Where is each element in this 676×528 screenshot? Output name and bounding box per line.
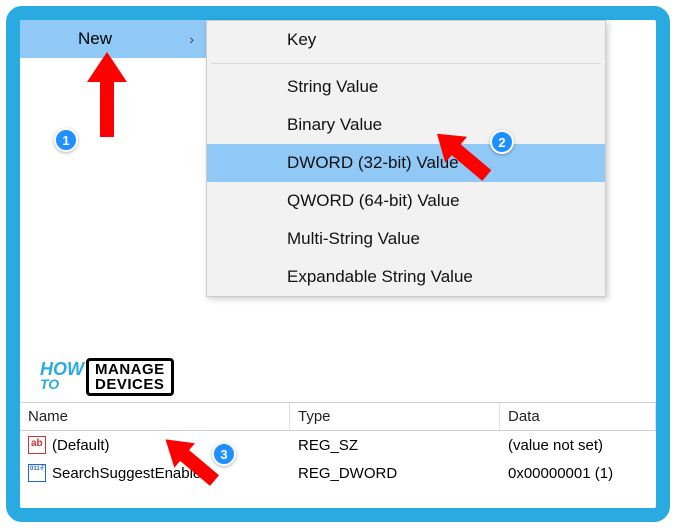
submenu-key[interactable]: Key — [207, 21, 605, 59]
row-name: SearchSuggestEnabled — [52, 465, 210, 482]
row-name: (Default) — [52, 437, 110, 454]
watermark-manage-devices: MANAGE DEVICES — [86, 358, 174, 396]
submenu-separator — [211, 63, 601, 64]
chevron-right-icon: › — [189, 31, 194, 47]
submenu-dword-value[interactable]: DWORD (32-bit) Value — [207, 144, 605, 182]
row-data: 0x00000001 (1) — [500, 463, 656, 484]
table-row[interactable]: SearchSuggestEnabled REG_DWORD 0x0000000… — [20, 459, 656, 487]
table-row[interactable]: (Default) REG_SZ (value not set) — [20, 431, 656, 459]
watermark-logo: HOW TO MANAGE DEVICES — [40, 358, 174, 396]
header-data[interactable]: Data — [500, 403, 656, 430]
registry-table: Name Type Data (Default) REG_SZ (value n… — [20, 402, 656, 487]
header-type[interactable]: Type — [290, 403, 500, 430]
submenu-binary-value[interactable]: Binary Value — [207, 106, 605, 144]
row-data: (value not set) — [500, 435, 656, 456]
watermark-how: HOW — [40, 362, 84, 376]
annotation-badge-1: 1 — [54, 128, 78, 152]
submenu-string-value[interactable]: String Value — [207, 68, 605, 106]
submenu-qword-value[interactable]: QWORD (64-bit) Value — [207, 182, 605, 220]
annotation-badge-3: 3 — [212, 442, 236, 466]
header-name[interactable]: Name — [20, 403, 290, 430]
row-type: REG_DWORD — [290, 463, 500, 484]
context-submenu: Key String Value Binary Value DWORD (32-… — [206, 20, 606, 297]
context-menu-new-label: New — [78, 29, 112, 49]
registry-header: Name Type Data — [20, 402, 656, 431]
row-type: REG_SZ — [290, 435, 500, 456]
submenu-multistring-value[interactable]: Multi-String Value — [207, 220, 605, 258]
dword-value-icon — [28, 464, 46, 482]
annotation-badge-2: 2 — [490, 130, 514, 154]
submenu-expandable-value[interactable]: Expandable String Value — [207, 258, 605, 296]
string-value-icon — [28, 436, 46, 454]
annotation-arrow-1 — [82, 52, 132, 142]
context-menu-new[interactable]: New › — [20, 20, 206, 58]
